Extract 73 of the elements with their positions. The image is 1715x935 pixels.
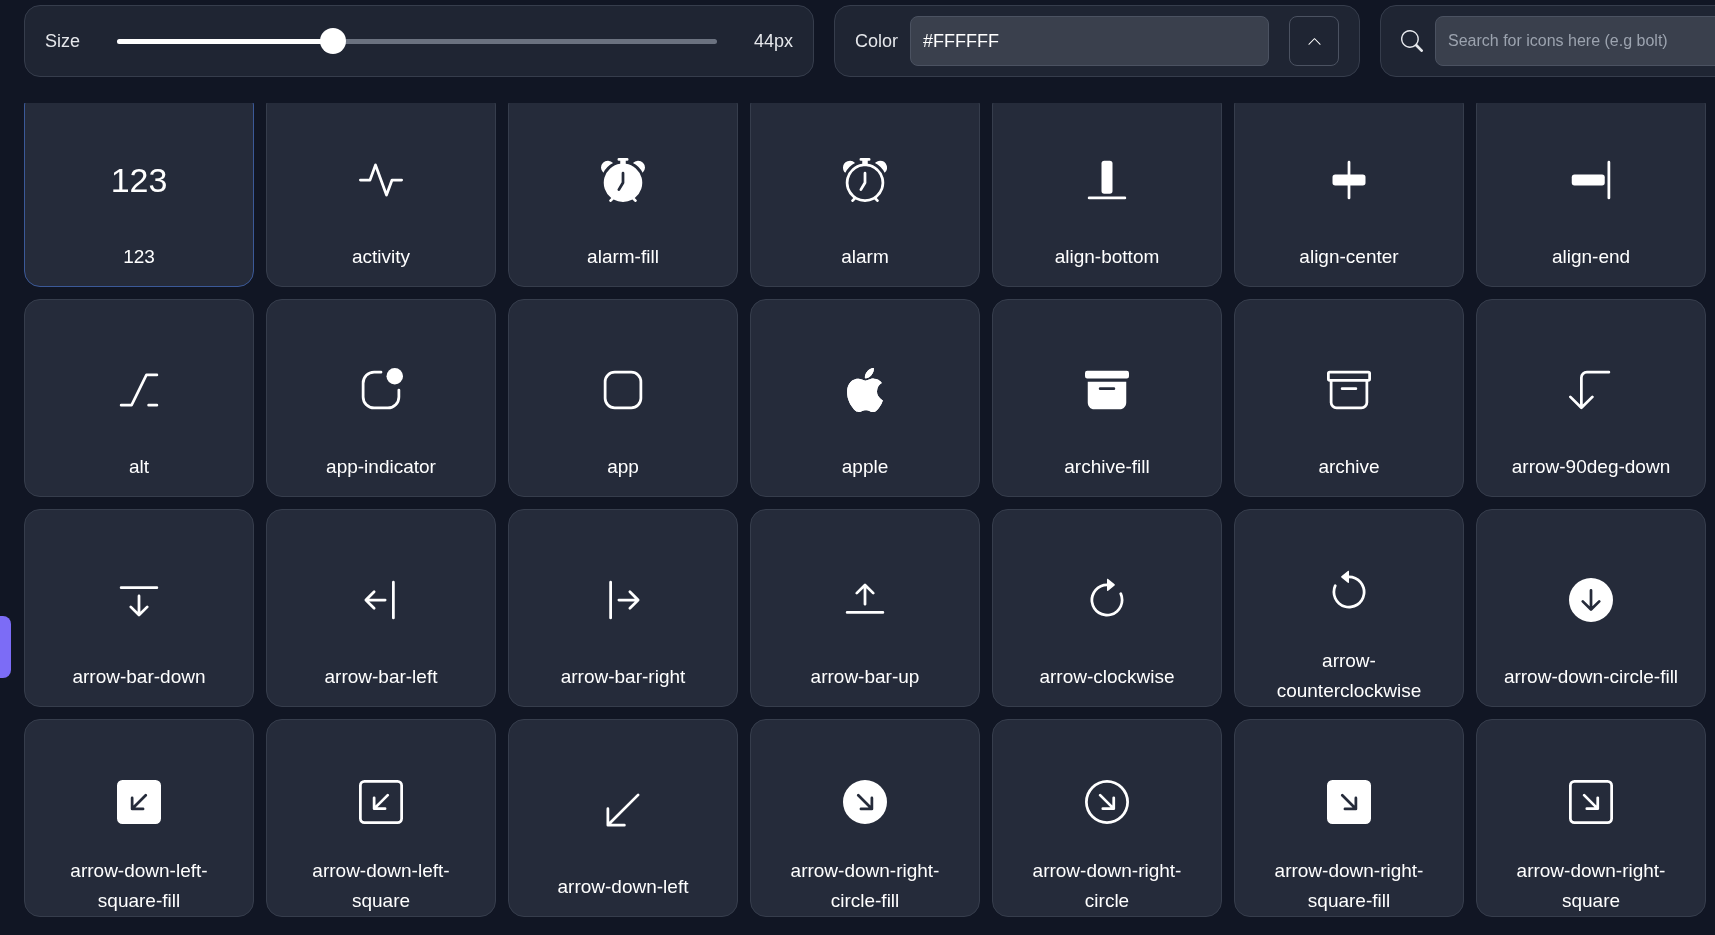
icon-card[interactable]: align-end <box>1476 103 1706 287</box>
icon-card[interactable]: arrow-counterclockwise <box>1234 509 1464 707</box>
search-field[interactable]: Search for icons here (e.g bolt) <box>1435 16 1715 66</box>
icon-card[interactable]: arrow-bar-up <box>750 509 980 707</box>
color-label: Color <box>855 30 898 53</box>
archive-box-icon <box>1085 368 1129 412</box>
icon-name: app-indicator <box>326 455 436 479</box>
icon-card[interactable]: arrow-90deg-down <box>1476 299 1706 497</box>
icon-card[interactable]: align-bottom <box>992 103 1222 287</box>
icon-name: alt <box>128 455 150 479</box>
icon-name: app <box>607 455 639 479</box>
icon-name: align-bottom <box>1054 245 1160 269</box>
slider-thumb[interactable] <box>320 28 346 54</box>
icon-name: align-center <box>1299 245 1399 269</box>
search-icon <box>1401 30 1423 52</box>
icon-card[interactable]: activity <box>266 103 496 287</box>
icon-name: arrow-down-left-square-fill <box>69 859 209 913</box>
icon-name: arrow-down-circle-fill <box>1503 665 1679 689</box>
icon-card[interactable]: alarm-fill <box>508 103 738 287</box>
icon-name: archive <box>1318 455 1380 479</box>
icon-card[interactable]: arrow-down-right-circle-fill <box>750 719 980 917</box>
icon-card[interactable]: align-center <box>1234 103 1464 287</box>
icon-name: arrow-bar-up <box>810 665 920 689</box>
icon-name: arrow-down-right-circle-fill <box>789 859 941 913</box>
icon-card[interactable]: apple <box>750 299 980 497</box>
icon-name: apple <box>841 455 889 479</box>
icon-card[interactable]: arrow-down-left <box>508 719 738 917</box>
icon-name: arrow-clockwise <box>1039 665 1175 689</box>
color-field[interactable]: #FFFFFF <box>910 16 1269 66</box>
icon-card[interactable]: arrow-down-right-circle <box>992 719 1222 917</box>
icon-name: alarm <box>841 245 889 269</box>
icon-card[interactable]: arrow-down-circle-fill <box>1476 509 1706 707</box>
bent-arrow-down-icon <box>1569 368 1613 412</box>
icon-name: arrow-90deg-down <box>1511 455 1671 479</box>
icon-card[interactable]: archive-fill <box>992 299 1222 497</box>
icon-card[interactable]: arrow-down-left-square-fill <box>24 719 254 917</box>
icon-card[interactable]: arrow-bar-left <box>266 509 496 707</box>
icon-name: arrow-down-right-circle <box>1031 859 1183 913</box>
icon-card[interactable]: arrow-clockwise <box>992 509 1222 707</box>
icon-card[interactable]: arrow-down-right-square <box>1476 719 1706 917</box>
app-indicator-icon <box>359 368 403 412</box>
icon-name: arrow-bar-right <box>560 665 686 689</box>
alarm-clock-icon <box>843 158 887 202</box>
icon-name: arrow-bar-down <box>72 665 206 689</box>
icon-name: alarm-fill <box>587 245 659 269</box>
icon-name: arrow-down-right-square <box>1515 859 1667 913</box>
icon-name: align-end <box>1551 245 1631 269</box>
alarm-clock-icon <box>601 158 645 202</box>
icon-name: arrow-down-left-square <box>311 859 451 913</box>
align-end-icon <box>1569 158 1613 202</box>
icon-name: 123 <box>123 245 155 269</box>
icon-card[interactable]: 123 123 <box>24 103 254 287</box>
icon-card[interactable]: arrow-down-right-square-fill <box>1234 719 1464 917</box>
icon-card[interactable]: alarm <box>750 103 980 287</box>
side-tab[interactable] <box>0 616 11 678</box>
icon-name: arrow-bar-left <box>324 665 438 689</box>
icon-name: arrow-down-left <box>557 875 689 899</box>
archive-box-icon <box>1327 368 1371 412</box>
icon-card[interactable]: app-indicator <box>266 299 496 497</box>
align-bottom-icon <box>1085 158 1129 202</box>
icon-card[interactable]: arrow-down-left-square <box>266 719 496 917</box>
icon-card[interactable]: archive <box>1234 299 1464 497</box>
icon-name: activity <box>351 245 411 269</box>
size-label: Size <box>45 30 80 53</box>
icon-glyph: 123 <box>110 159 168 201</box>
icon-card[interactable]: arrow-bar-right <box>508 509 738 707</box>
icon-card[interactable]: alt <box>24 299 254 497</box>
icon-name: archive-fill <box>1064 455 1150 479</box>
size-value: 44px <box>753 30 793 53</box>
icon-card[interactable]: app <box>508 299 738 497</box>
icon-name: arrow-down-right-square-fill <box>1273 859 1425 913</box>
icon-name: arrow-counterclockwise <box>1275 649 1423 703</box>
icon-card[interactable]: arrow-bar-down <box>24 509 254 707</box>
